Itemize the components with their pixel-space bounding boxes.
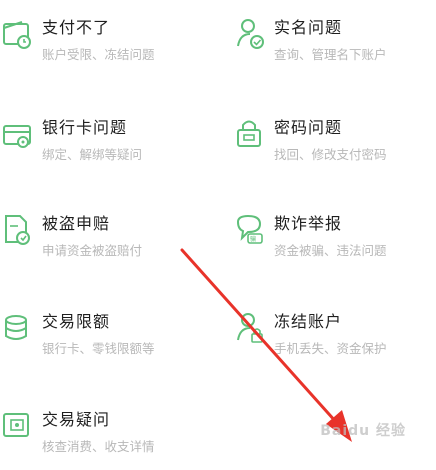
help-item-fraud-report[interactable]: 骗 欺诈举报 资金被骗、违法问题 xyxy=(234,204,434,274)
wallet-clock-icon xyxy=(3,21,31,49)
help-item-real-name[interactable]: 实名问题 查询、管理名下账户 xyxy=(234,8,434,78)
help-item-title: 交易疑问 xyxy=(42,410,111,429)
help-item-title: 交易限额 xyxy=(42,312,111,331)
help-item-title: 密码问题 xyxy=(274,118,343,137)
help-item-payment-failed[interactable]: 支付不了 账户受限、冻结问题 xyxy=(2,8,202,78)
wallet-document-icon xyxy=(3,413,29,437)
bank-card-gear-icon xyxy=(3,125,31,148)
help-item-desc: 找回、修改支付密码 xyxy=(274,147,387,162)
help-item-password[interactable]: 密码问题 找回、修改支付密码 xyxy=(234,108,434,178)
baidu-watermark: Baidu 经验 xyxy=(320,423,406,439)
alert-chat-icon: 骗 xyxy=(236,214,263,244)
help-item-bank-card[interactable]: 银行卡问题 绑定、解绑等疑问 xyxy=(2,108,202,178)
help-item-desc: 银行卡、零钱限额等 xyxy=(42,341,155,356)
help-grid: 支付不了 账户受限、冻结问题 实名问题 查询、管理名下账户 银行卡问题 绑定、解… xyxy=(0,0,436,454)
help-item-freeze-account[interactable]: 冻结账户 手机丢失、资金保护 xyxy=(234,302,434,372)
help-item-title: 实名问题 xyxy=(274,18,343,37)
help-item-title: 被盗申赔 xyxy=(42,214,111,233)
help-item-transaction-question[interactable]: 交易疑问 核查消费、收支详情 xyxy=(2,400,202,470)
help-item-title: 欺诈举报 xyxy=(274,214,343,233)
help-item-title: 支付不了 xyxy=(42,18,111,37)
document-shield-icon xyxy=(5,215,30,245)
help-item-desc: 账户受限、冻结问题 xyxy=(42,47,155,62)
coins-stack-icon xyxy=(5,315,27,340)
lock-icon xyxy=(237,120,261,147)
help-item-title: 银行卡问题 xyxy=(42,118,128,137)
help-item-desc: 查询、管理名下账户 xyxy=(274,47,387,62)
user-check-icon xyxy=(237,19,264,49)
help-item-transaction-limit[interactable]: 交易限额 银行卡、零钱限额等 xyxy=(2,302,202,372)
svg-text:骗: 骗 xyxy=(250,235,256,243)
help-item-desc: 资金被骗、违法问题 xyxy=(274,243,387,258)
help-item-title: 冻结账户 xyxy=(274,312,343,331)
help-item-desc: 手机丢失、资金保护 xyxy=(274,341,387,356)
help-item-desc: 申请资金被盗赔付 xyxy=(42,243,143,258)
user-lock-icon xyxy=(237,313,263,343)
help-item-stolen-claim[interactable]: 被盗申赔 申请资金被盗赔付 xyxy=(2,204,202,274)
help-item-desc: 绑定、解绑等疑问 xyxy=(42,147,143,162)
